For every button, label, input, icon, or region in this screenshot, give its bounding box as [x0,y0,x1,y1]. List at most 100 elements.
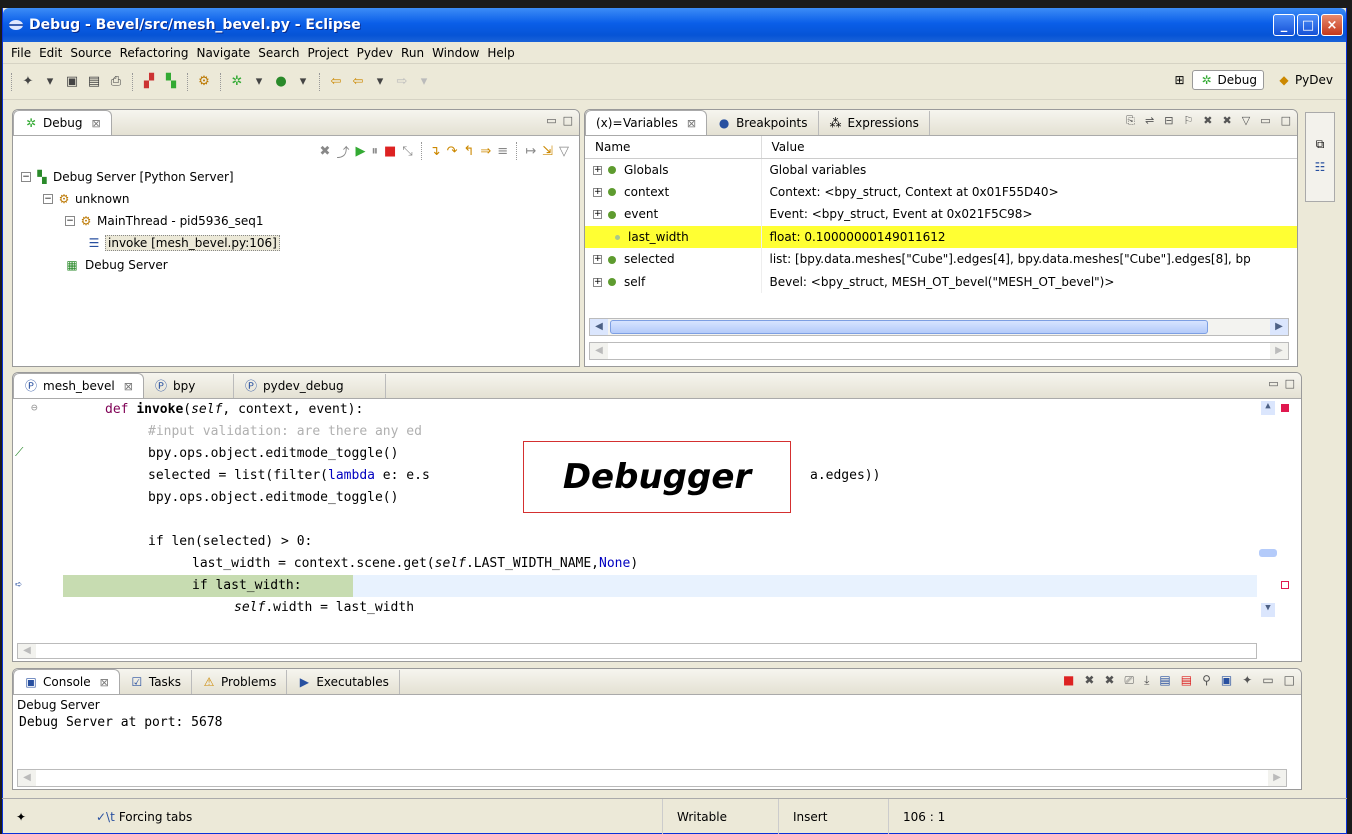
variable-row[interactable]: + Globals Global variables [585,158,1297,181]
variable-row-changed[interactable]: last_width float: 0.10000000149011612 [585,225,1297,248]
show-stderr-icon[interactable]: ▤ [1181,673,1192,688]
maximize-view-icon[interactable]: □ [1285,377,1295,390]
menu-window[interactable]: Window [428,46,483,60]
step-over-icon[interactable]: ↷ [447,144,458,159]
suspend-icon[interactable]: ⏸ [371,144,378,159]
scroll-left-icon[interactable]: ◀ [590,319,608,335]
column-header-value[interactable]: Value [760,136,1297,159]
menu-run[interactable]: Run [397,46,428,60]
add-watch-icon[interactable]: ⚐ [1183,114,1193,128]
show-type-names-icon[interactable]: ⎘ [1126,114,1135,128]
open-console-icon[interactable]: ✦ [1242,673,1252,688]
scroll-right-icon[interactable]: ▶ [1268,770,1286,786]
expand-icon[interactable]: + [593,255,602,265]
tree-node-debug-server[interactable]: ▦ Debug Server [13,254,579,276]
code-editor[interactable]: ⊖ ⟋ ➪ def invoke(self, context, event): … [13,399,1301,643]
menu-search[interactable]: Search [254,46,303,60]
minimize-view-icon[interactable]: ▭ [1262,673,1273,688]
clear-console-icon[interactable]: ⎚ [1125,673,1135,688]
run-icon[interactable]: ● [273,74,289,90]
console-horizontal-scrollbar[interactable]: ◀ ▶ [17,769,1287,787]
show-logical-structure-icon[interactable]: ⇌ [1145,114,1154,128]
tab-variables[interactable]: (x)= Variables ⊠ [585,110,708,135]
perspective-pydev[interactable]: ◆ PyDev [1270,70,1340,90]
scroll-left-icon[interactable]: ◀ [18,770,36,786]
tab-pydev-debug[interactable]: Ⓟ pydev_debug [234,374,386,398]
minimize-view-icon[interactable]: ▭ [546,114,556,127]
expand-icon[interactable]: + [593,165,602,175]
maximize-view-icon[interactable]: □ [1281,114,1291,128]
tab-mesh-bevel[interactable]: Ⓟ mesh_bevel ⊠ [13,373,144,398]
minimize-view-icon[interactable]: ▭ [1268,377,1278,390]
menu-refactoring[interactable]: Refactoring [116,46,193,60]
tree-node-frame[interactable]: ☰ invoke [mesh_bevel.py:106] [13,232,579,254]
restore-icon[interactable]: ⧉ [1316,137,1325,152]
maximize-view-icon[interactable]: □ [563,114,573,127]
close-tab-icon[interactable]: ⊠ [91,117,100,130]
variable-row[interactable]: + context Context: <bpy_struct, Context a… [585,180,1297,203]
dropdown-arrow-icon[interactable]: ▾ [295,74,311,90]
new-icon[interactable]: ✦ [20,74,36,90]
pin-console-icon[interactable]: ⚲ [1202,673,1211,688]
forward-icon[interactable]: ⇨ [394,74,410,90]
dropdown-arrow-icon[interactable]: ▾ [372,74,388,90]
tree-node-server[interactable]: − ▚ Debug Server [Python Server] [13,166,579,188]
tab-expressions[interactable]: ⁂ Expressions [819,111,930,135]
tab-tasks[interactable]: ☑ Tasks [120,670,193,694]
remove-terminated-icon[interactable]: ✖ [320,144,331,159]
close-button[interactable]: × [1321,14,1343,36]
print-icon[interactable]: ⎙ [108,74,124,90]
collapse-icon[interactable]: ⇲ [542,144,553,159]
editor-horizontal-scrollbar[interactable]: ◀ [17,643,1257,659]
save-icon[interactable]: ▣ [64,74,80,90]
instruction-stepping-icon[interactable]: ↦ [525,144,536,159]
disconnect-icon[interactable]: ⤡ [402,144,412,159]
view-menu-icon[interactable]: ▽ [1242,114,1250,128]
show-stdout-icon[interactable]: ▤ [1159,673,1170,688]
tab-problems[interactable]: ⚠ Problems [192,670,288,694]
scroll-lock-icon[interactable]: ⤓ [1144,673,1149,688]
scroll-left-icon[interactable]: ◀ [590,343,608,359]
tab-executables[interactable]: ▶ Executables [287,670,400,694]
fold-icon[interactable]: ⊖ [31,401,38,414]
display-console-icon[interactable]: ▣ [1221,673,1232,688]
dropdown-arrow-icon[interactable]: ▾ [416,74,432,90]
remove-icon[interactable]: ✖ [1203,114,1212,128]
debug-bug-icon[interactable]: ✲ [229,74,245,90]
scroll-right-icon[interactable]: ▶ [1270,319,1288,335]
perspective-debug[interactable]: ✲ Debug [1192,70,1264,90]
tab-bpy[interactable]: Ⓟ bpy [144,374,234,398]
pydev-module-icon[interactable]: ▚ [163,74,179,90]
close-tab-icon[interactable]: ⊠ [124,380,133,393]
remove-launch-icon[interactable]: ✖ [1084,673,1094,688]
fast-view-icon[interactable]: ✦ [2,799,82,834]
remove-all-terminated-icon[interactable]: ✖ [1104,673,1114,688]
minimize-view-icon[interactable]: ▭ [1260,114,1270,128]
step-filters-icon[interactable]: ≡ [497,144,508,159]
menu-edit[interactable]: Edit [35,46,66,60]
close-tab-icon[interactable]: ⊠ [687,117,696,130]
maximize-view-icon[interactable]: □ [1284,673,1295,688]
tree-node-thread[interactable]: − ⚙ MainThread - pid5936_seq1 [13,210,579,232]
details-scrollbar[interactable]: ◀ ▶ [589,342,1289,360]
overview-ruler[interactable]: ▲ ▼ [1257,399,1301,643]
tab-console[interactable]: ▣ Console ⊠ [13,669,120,694]
terminate-icon[interactable]: ■ [1063,673,1074,688]
expand-icon[interactable]: + [593,210,602,220]
variables-horizontal-scrollbar[interactable]: ◀ ▶ [589,318,1289,336]
expand-icon[interactable]: + [593,277,602,287]
menu-project[interactable]: Project [304,46,353,60]
view-menu-icon[interactable]: ▽ [559,144,569,159]
scrollbar-thumb[interactable] [1259,549,1277,557]
last-edit-icon[interactable]: ⇦ [328,74,344,90]
expand-icon[interactable]: + [593,187,602,197]
scroll-up-icon[interactable]: ▲ [1261,401,1275,415]
title-bar[interactable]: Debug - Bevel/src/mesh_bevel.py - Eclips… [3,8,1346,42]
terminate-icon[interactable]: ■ [384,144,396,159]
drop-to-frame-icon[interactable]: ⇒ [480,144,491,159]
step-return-icon[interactable]: ↰ [463,144,474,159]
collapse-icon[interactable]: − [21,172,31,182]
back-icon[interactable]: ⇦ [350,74,366,90]
maximize-button[interactable]: □ [1297,14,1319,36]
scroll-right-icon[interactable]: ▶ [1270,343,1288,359]
